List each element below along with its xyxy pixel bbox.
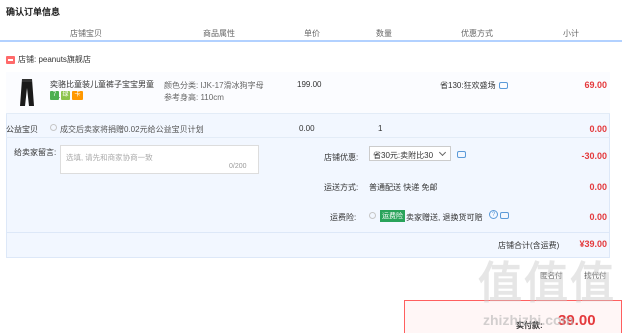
item-attrs: 颜色分类: IJK-17滑冰狗字母 参考身高: 110cm [164, 80, 264, 104]
shop-discount-value: 省30元:卖附比30 [373, 151, 434, 160]
col-subtotal: 小计 [563, 29, 579, 38]
shop-name[interactable]: 店铺: peanuts旗舰店 [18, 54, 91, 65]
shop-icon [6, 55, 15, 64]
item-promo: 省130:狂欢盛场 [440, 80, 508, 91]
col-qty: 数量 [376, 29, 392, 38]
col-attrs: 商品属性 [203, 29, 235, 38]
page-title: 确认订单信息 [6, 7, 61, 17]
card-icon: 卡 [72, 91, 83, 100]
chat-icon[interactable] [498, 82, 508, 89]
insurance-checkbox-icon[interactable] [369, 212, 376, 219]
watermark-glyph: 值 [478, 258, 522, 309]
shop-discount-label: 店铺优惠: [324, 153, 359, 162]
item-price: 199.00 [297, 80, 322, 89]
item-subtotal: 69.00 [584, 80, 607, 90]
insurance-text: 卖家赠送, 退换货可赔 [406, 213, 483, 222]
message-label: 给卖家留言: [14, 148, 57, 157]
shipping-value: 普通配送 快递 免邮 [369, 183, 438, 192]
shipping-amount: 0.00 [589, 182, 607, 192]
col-shop-item: 店铺宝贝 [70, 29, 102, 38]
watermark-url: zhizhizhi.com [483, 312, 574, 328]
insurance-amount: 0.00 [589, 212, 607, 222]
question-icon[interactable]: ? [489, 210, 498, 219]
col-price: 单价 [304, 29, 320, 38]
welfare-total: 0.00 [589, 124, 607, 134]
message-placeholder: 选填, 请先和商家协商一致 [66, 153, 153, 162]
message-count: 0/200 [229, 163, 247, 170]
item-badges: 7 绿 卡 [50, 91, 83, 100]
seven-day-icon: 7 [50, 91, 59, 100]
watermark-glyph: 值 [570, 258, 614, 309]
shop-discount-amount: -30.00 [581, 151, 607, 161]
welfare-label: 公益宝贝 [6, 125, 38, 134]
welfare-qty: 1 [378, 124, 383, 133]
shipping-label: 运送方式: [324, 183, 359, 192]
welfare-checkbox-icon[interactable] [50, 124, 57, 131]
product-thumbnail[interactable] [18, 78, 36, 108]
chat-icon[interactable] [500, 212, 509, 219]
promo-text: 省130:狂欢盛场 [440, 81, 496, 90]
watermark-glyph: 值 [524, 258, 568, 309]
attr-height: 参考身高: 110cm [164, 93, 224, 102]
col-promo: 优惠方式 [461, 29, 493, 38]
shop-header[interactable]: 店铺: peanuts旗舰店 [6, 54, 91, 65]
column-header: 店铺宝贝 商品属性 单价 数量 优惠方式 小计 [0, 24, 622, 42]
green-badge-icon: 绿 [61, 91, 70, 100]
welfare-price: 0.00 [299, 124, 315, 133]
chat-icon[interactable] [457, 151, 466, 158]
welfare-text: 成交后卖家将捐赠0.02元给公益宝贝计划 [60, 125, 204, 134]
attr-color: 颜色分类: IJK-17滑冰狗字母 [164, 81, 264, 90]
insurance-label: 运费险: [330, 213, 357, 222]
insurance-badge: 运费险 [380, 210, 405, 222]
